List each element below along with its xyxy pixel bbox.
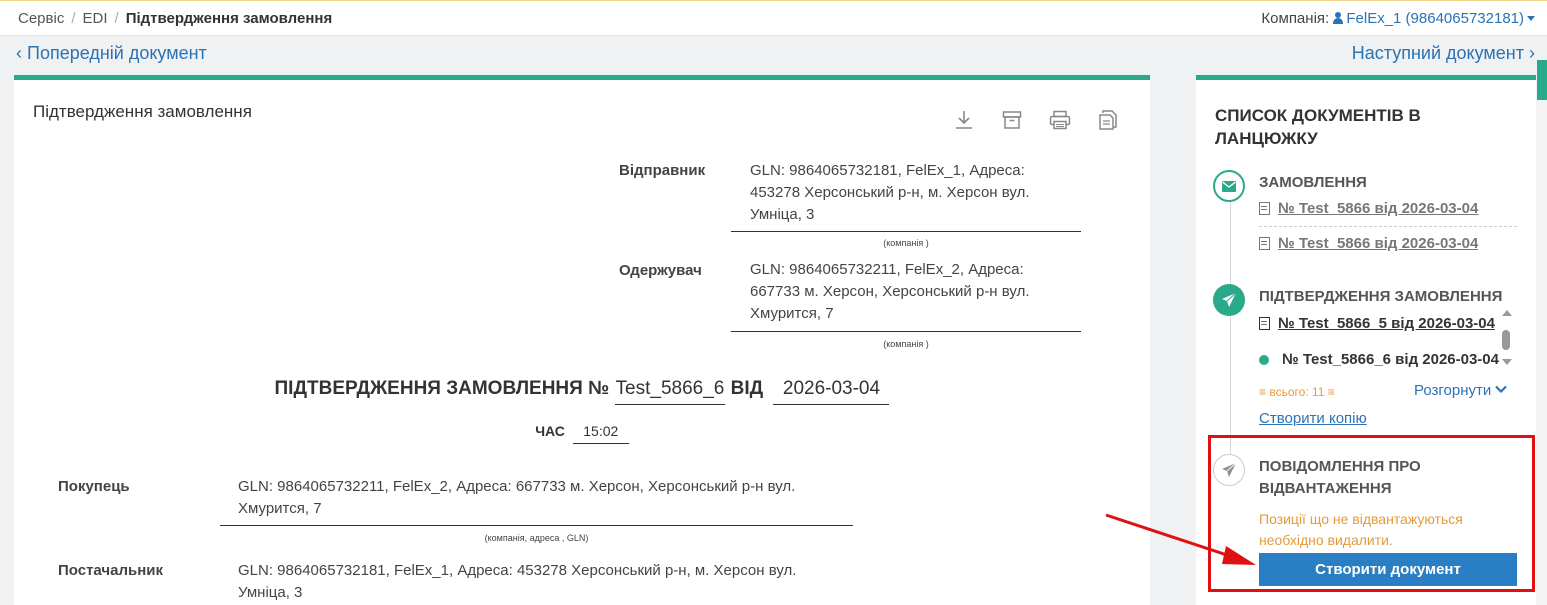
highlight-box (1208, 435, 1535, 592)
current-document-item: № Test_5866_6 від 2026-03-04 (1259, 351, 1499, 368)
previous-document-label: Попередній документ (27, 43, 207, 63)
top-bar: Сервіс / EDI / Підтвердження замовлення Комп… (0, 0, 1547, 36)
create-copy-link[interactable]: Створити копію (1259, 410, 1367, 427)
printer-icon (1049, 110, 1071, 130)
supplier-line: Умніца, 3 (238, 584, 303, 601)
current-doc-label: № Test_5866_6 від 2026-03-04 (1282, 351, 1499, 368)
sender-line: GLN: 9864065732181, FelEx_1, Адреса: (750, 162, 1025, 179)
current-dot-icon (1259, 354, 1269, 365)
confirmation-step-marker (1213, 284, 1245, 316)
total-count: ≡ всього: 11 ≡ (1259, 385, 1335, 399)
breadcrumb-separator: / (114, 10, 119, 27)
receiver-line: GLN: 9864065732211, FelEx_2, Адреса: (750, 261, 1024, 278)
receiver-caption: (компанія ) (883, 339, 929, 349)
print-button[interactable] (1046, 108, 1074, 132)
document-number: Test_5866_6 (614, 378, 726, 405)
chevron-down-icon (1495, 385, 1508, 394)
copy-icon (1099, 110, 1117, 130)
chain-title: СПИСОК ДОКУМЕНТІВ В ЛАНЦЮЖКУ (1215, 106, 1421, 148)
double-chevron-down-icon: ≡ (1327, 385, 1335, 399)
sender-label: Відправник (619, 162, 706, 179)
sender-line: 453278 Херсонський р-н, м. Херсон вул. (750, 184, 1030, 201)
order-doc-label: № Test_5866 від 2026-03-04 (1278, 235, 1479, 252)
order-doc-link[interactable]: № Test_5866 від 2026-03-04 (1259, 200, 1478, 217)
archive-icon (1002, 111, 1022, 129)
confirmation-step-title: ПІДТВЕРДЖЕННЯ ЗАМОВЛЕННЯ (1259, 288, 1503, 305)
buyer-label: Покупець (58, 478, 130, 495)
document-date: 2026-03-04 (773, 378, 890, 405)
total-count-label: всього: 11 (1269, 385, 1325, 399)
file-icon (1259, 202, 1270, 215)
scroll-thumb[interactable] (1502, 330, 1510, 350)
next-document-link[interactable]: Наступний документ › (1352, 43, 1535, 64)
confirmation-doc-link[interactable]: № Test_5866_5 від 2026-03-04 (1259, 315, 1495, 332)
document-title: Підтвердження замовлення (33, 102, 252, 121)
supplier-details: GLN: 9864065732181, FelEx_1, Адреса: 453… (238, 560, 848, 604)
sender-details: GLN: 9864065732181, FelEx_1, Адреса: 453… (750, 160, 1080, 226)
previous-document-link[interactable]: ‹ Попередній документ (16, 43, 207, 64)
paper-plane-icon (1222, 292, 1237, 307)
expand-label: Розгорнути (1414, 382, 1492, 399)
buyer-line: GLN: 9864065732211, FelEx_2, Адреса: 667… (238, 478, 796, 495)
sender-caption: (компанія ) (883, 238, 929, 248)
chevron-left-icon: ‹ (16, 43, 22, 63)
page-scroll-thumb[interactable] (1537, 60, 1547, 100)
supplier-label: Постачальник (58, 562, 163, 579)
double-chevron-down-icon: ≡ (1259, 385, 1267, 399)
buyer-caption: (компанія, адреса , GLN) (484, 533, 589, 543)
buyer-details: GLN: 9864065732211, FelEx_2, Адреса: 667… (238, 476, 848, 520)
page-scrollbar[interactable] (1537, 60, 1547, 605)
file-icon (1259, 317, 1270, 330)
chain-list-scrollbar[interactable] (1500, 310, 1512, 368)
heading-date-label: ВІД (730, 378, 764, 399)
order-doc-label: № Test_5866 від 2026-03-04 (1278, 200, 1479, 217)
heading-prefix: ПІДТВЕРДЖЕННЯ ЗАМОВЛЕННЯ № (274, 378, 610, 399)
scroll-down-icon[interactable] (1502, 359, 1512, 365)
breadcrumb-current: Підтвердження замовлення (125, 10, 333, 27)
company-selector: Компанія: FelEx_1 (9864065732181) (1261, 10, 1535, 27)
supplier-line: GLN: 9864065732181, FelEx_1, Адреса: 453… (238, 562, 797, 579)
receiver-line: Хмурится, 7 (750, 305, 834, 322)
company-value: FelEx_1 (9864065732181) (1346, 10, 1524, 27)
company-label: Компанія: (1261, 10, 1330, 27)
next-document-label: Наступний документ (1351, 43, 1524, 63)
company-dropdown[interactable]: FelEx_1 (9864065732181) (1333, 10, 1535, 27)
chevron-right-icon: › (1529, 43, 1535, 63)
document-panel: Підтвердження замовлення Відправник GLN:… (14, 75, 1150, 605)
breadcrumb-item-edi[interactable]: EDI (83, 10, 108, 27)
download-button[interactable] (950, 108, 978, 132)
archive-button[interactable] (998, 108, 1026, 132)
document-heading: ПІДТВЕРДЖЕННЯ ЗАМОВЛЕННЯ № Test_5866_6 В… (14, 378, 1150, 405)
user-icon (1333, 12, 1344, 24)
receiver-underline (731, 331, 1081, 332)
copy-button[interactable] (1094, 108, 1122, 132)
receiver-label: Одержувач (619, 262, 702, 279)
time-label: ЧАС (535, 423, 565, 439)
order-doc-link[interactable]: № Test_5866 від 2026-03-04 (1259, 235, 1478, 252)
breadcrumb-item-service[interactable]: Сервіс (18, 10, 64, 27)
envelope-icon (1222, 180, 1236, 192)
order-step-marker (1213, 170, 1245, 202)
expand-link[interactable]: Розгорнути (1414, 382, 1508, 399)
dashed-divider (1259, 226, 1517, 227)
document-toolbar (950, 108, 1122, 132)
sender-underline (731, 231, 1081, 232)
order-step-title: ЗАМОВЛЕННЯ (1259, 174, 1367, 191)
scroll-up-icon[interactable] (1502, 310, 1512, 316)
buyer-underline (220, 525, 853, 526)
chevron-down-icon (1527, 16, 1535, 21)
buyer-line: Хмурится, 7 (238, 500, 322, 517)
time-value: 15:02 (572, 423, 629, 444)
receiver-details: GLN: 9864065732211, FelEx_2, Адреса: 667… (750, 259, 1080, 325)
breadcrumb-separator: / (71, 10, 76, 27)
breadcrumb: Сервіс / EDI / Підтвердження замовлення (18, 10, 332, 27)
file-icon (1259, 237, 1270, 250)
document-time: ЧАС 15:02 (14, 423, 1150, 444)
confirmation-doc-label: № Test_5866_5 від 2026-03-04 (1278, 315, 1495, 332)
download-icon (956, 111, 972, 129)
receiver-line: 667733 м. Херсон, Херсонський р-н вул. (750, 283, 1030, 300)
sender-line: Умніца, 3 (750, 206, 815, 223)
